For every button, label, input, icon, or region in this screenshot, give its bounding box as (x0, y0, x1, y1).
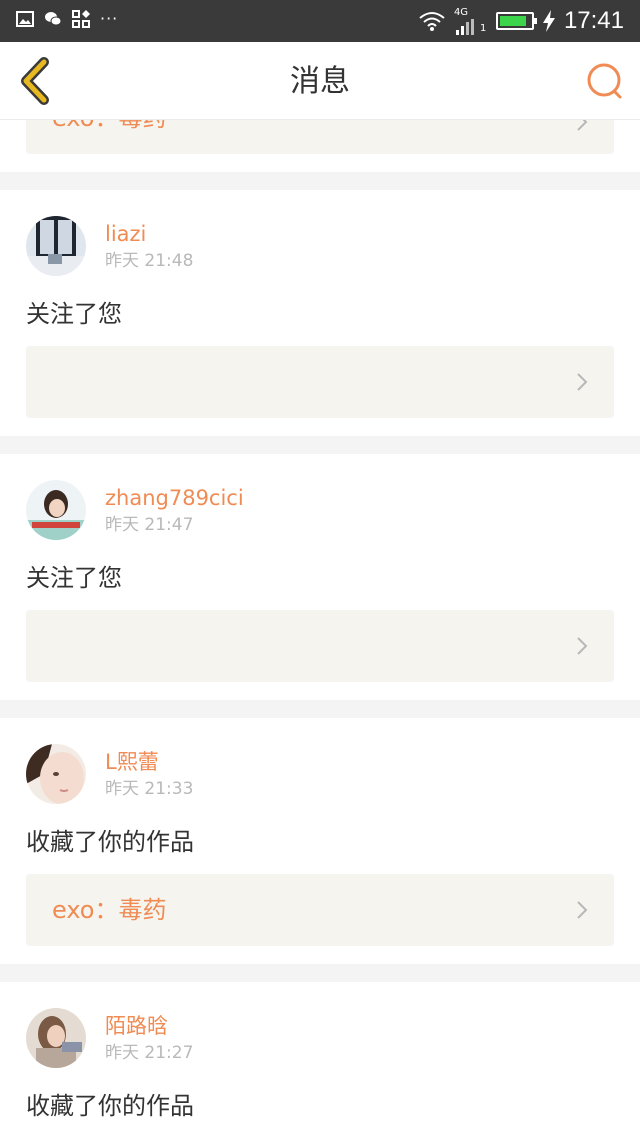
message-feed: exo：毒药 liazi 昨天 21:48 关注了您 (0, 120, 640, 1138)
battery-icon (495, 12, 537, 30)
page-title: 消息 (290, 64, 350, 99)
wechat-icon (45, 12, 62, 26)
ref-title: exo：毒药 (52, 896, 167, 924)
divider (0, 964, 640, 982)
timestamp: 昨天 21:47 (105, 515, 194, 535)
username[interactable]: zhang789cici (105, 484, 244, 512)
signal-icon (455, 19, 474, 35)
avatar-image (26, 1008, 86, 1068)
timestamp: 昨天 21:33 (105, 779, 194, 799)
apps-icon (72, 10, 90, 28)
wifi-icon (419, 12, 445, 31)
ref-card[interactable]: exo：毒药 (26, 874, 614, 946)
avatar-image (26, 744, 86, 804)
timestamp: 昨天 21:27 (105, 1043, 194, 1063)
avatar[interactable] (26, 480, 86, 540)
avatar[interactable] (26, 744, 86, 804)
message-header: 陌路晗 昨天 21:27 (26, 982, 614, 1090)
message-card-partial: exo：毒药 (0, 120, 640, 154)
action-text: 收藏了你的作品 (26, 828, 194, 856)
status-bar-system: 4G 1 17:41 (418, 6, 624, 36)
message-card: zhang789cici 昨天 21:47 关注了您 (0, 454, 640, 682)
avatar-image (26, 480, 86, 540)
message-header: L熙蕾 昨天 21:33 (26, 718, 614, 826)
message-header: zhang789cici 昨天 21:47 (26, 454, 614, 562)
signal-indicator: 4G 1 (454, 7, 488, 35)
ref-card[interactable] (26, 346, 614, 418)
action-text: 关注了您 (26, 300, 122, 328)
username[interactable]: liazi (105, 220, 146, 248)
clock: 17:41 (563, 7, 624, 34)
divider (0, 172, 640, 190)
chevron-right-icon (577, 901, 588, 919)
avatar[interactable] (26, 216, 86, 276)
avatar[interactable] (26, 1008, 86, 1068)
message-card: L熙蕾 昨天 21:33 收藏了你的作品 exo：毒药 (0, 718, 640, 946)
chevron-right-icon (577, 373, 588, 391)
gallery-icon (16, 11, 34, 27)
ref-card[interactable] (26, 610, 614, 682)
status-bar: ··· 4G 1 17:41 (0, 0, 640, 42)
search-icon[interactable] (584, 60, 626, 102)
ref-card[interactable]: exo：毒药 (26, 120, 614, 154)
ref-title: exo：毒药 (52, 120, 167, 134)
chevron-right-icon (577, 637, 588, 655)
avatar-image (26, 216, 86, 276)
network-type: 4G (453, 7, 469, 18)
battery-level (499, 16, 526, 26)
charging-icon (542, 10, 555, 32)
message-card: 陌路晗 昨天 21:27 收藏了你的作品 (0, 982, 640, 1138)
chevron-right-icon (577, 120, 588, 131)
username[interactable]: 陌路晗 (105, 1012, 168, 1040)
timestamp: 昨天 21:48 (105, 251, 194, 271)
message-card: liazi 昨天 21:48 关注了您 (0, 190, 640, 418)
sim-slot: 1 (479, 23, 487, 34)
more-notifications: ··· (100, 9, 119, 28)
app-header: 消息 (0, 42, 640, 120)
message-header: liazi 昨天 21:48 (26, 190, 614, 298)
action-text: 收藏了你的作品 (26, 1092, 194, 1120)
username[interactable]: L熙蕾 (105, 748, 159, 776)
action-text: 关注了您 (26, 564, 122, 592)
status-bar-notifications: ··· (16, 10, 118, 28)
divider (0, 436, 640, 454)
divider (0, 700, 640, 718)
